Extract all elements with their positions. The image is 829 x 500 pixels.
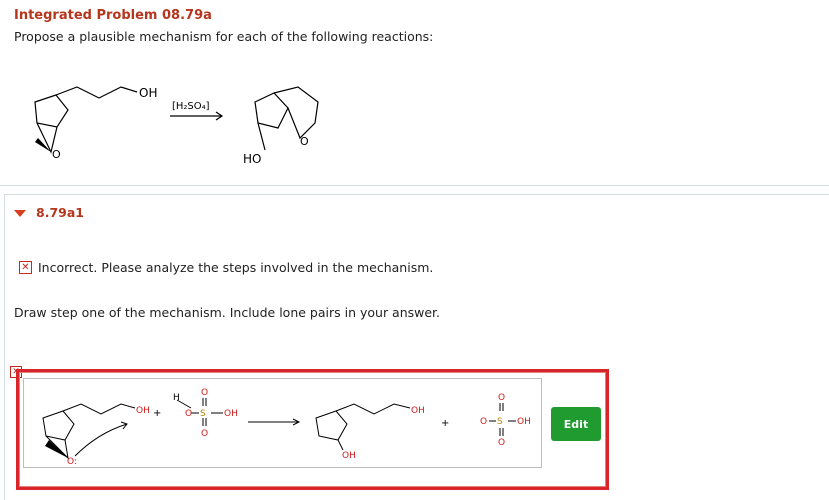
product-ring-a [254, 92, 289, 129]
problem-instructions: Propose a plausible mechanism for each o… [14, 29, 434, 44]
svg-text:O: O [480, 417, 487, 427]
svg-text:O: O [498, 438, 505, 448]
plus-sign-2: + [441, 418, 449, 429]
svg-text:O: O [498, 393, 505, 403]
product-ho-label: HO [243, 152, 261, 166]
sulfur-label-1: S [200, 409, 206, 419]
svg-text:O: O [201, 388, 208, 398]
step-prompt: Draw step one of the mechanism. Include … [14, 305, 441, 320]
oh-mid-label: OH [342, 451, 356, 461]
h-label: H [173, 393, 180, 403]
sulfur-label-2: S [497, 417, 503, 427]
svg-text:O:: O: [67, 457, 77, 467]
feedback-message: Incorrect. Please analyze the steps invo… [38, 260, 434, 275]
svg-text:O: O [201, 429, 208, 439]
svg-text:O: O [300, 135, 309, 148]
curved-arrow-icon [74, 423, 128, 457]
caret-down-icon[interactable] [14, 210, 26, 217]
mechanism-drawing: O: OH + H O O S OH O OH OH + O O S OH O [42, 388, 531, 467]
oh-right-label: OH [411, 406, 425, 416]
svg-text:O: O [185, 409, 192, 419]
reactant-ring [34, 94, 69, 128]
reactant-chain [55, 86, 138, 99]
oh-left-label: OH [136, 406, 150, 416]
reactant-oh-label: OH [139, 86, 157, 100]
oh-s2-label: OH [517, 417, 531, 427]
edit-button[interactable]: Edit [551, 407, 601, 441]
part-label[interactable]: 8.79a1 [36, 205, 84, 220]
problem-title: Integrated Problem 08.79a [14, 8, 212, 23]
svg-text:O: O [52, 148, 61, 161]
error-x-icon: ✕ [19, 261, 32, 274]
reaction-scheme: OH O [H₂SO₄] O HO [34, 86, 319, 166]
product-ring-b [273, 86, 319, 140]
oh-s1-label: OH [224, 409, 238, 419]
plus-sign-1: + [153, 408, 161, 419]
reagent-label: [H₂SO₄] [172, 101, 210, 112]
